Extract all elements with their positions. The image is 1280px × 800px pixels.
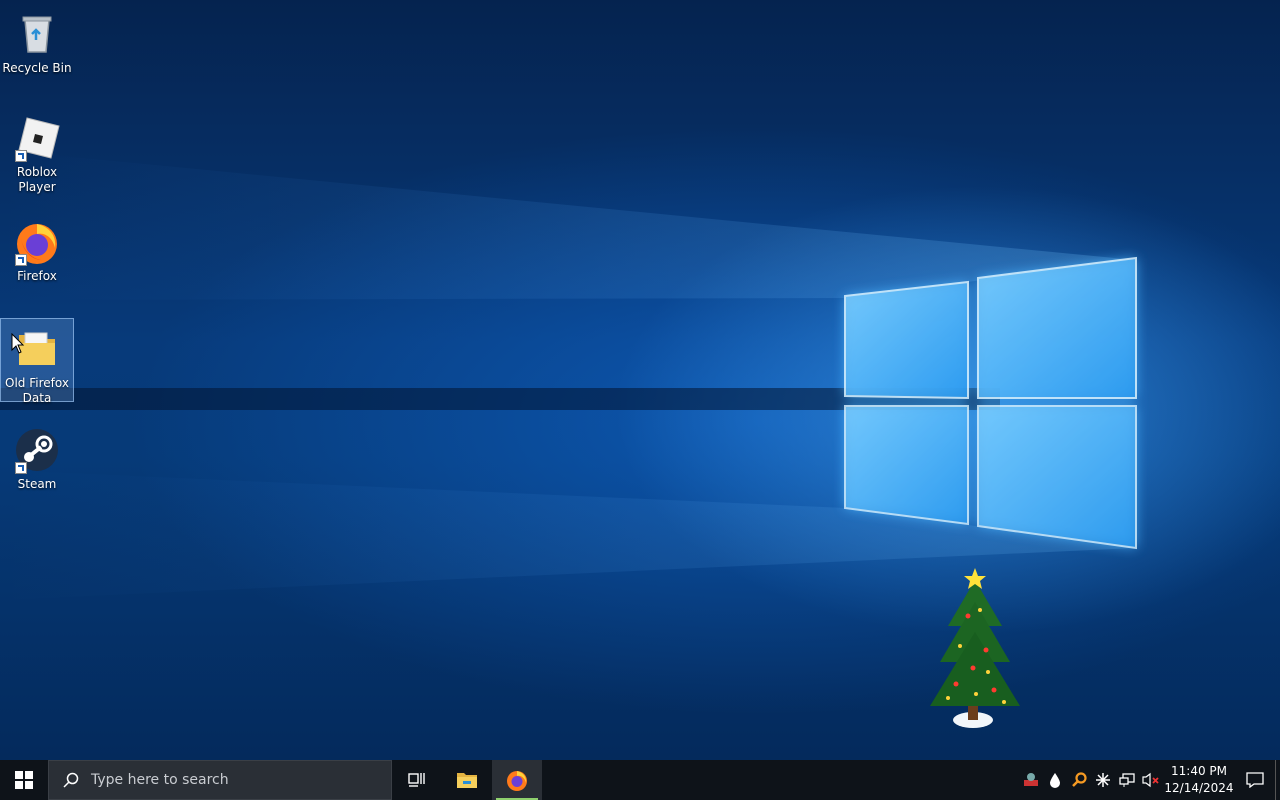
firefox-icon [13,218,61,266]
recycle-bin-icon [13,10,61,58]
system-tray: 11:40 PM 12/14/2024 [1019,760,1280,800]
desktop-icon-label: Old Firefox Data [5,376,69,405]
tray-magnifier-key-icon[interactable] [1067,760,1091,800]
action-center-button[interactable] [1235,760,1275,800]
start-button[interactable] [0,760,48,800]
firefox-taskbar-button[interactable] [492,760,542,800]
desktop-icon-label: Steam [17,477,57,491]
tray-droplet-icon[interactable] [1043,760,1067,800]
desktop-icon-label: Recycle Bin [2,61,72,75]
clock-time: 11:40 PM [1171,764,1227,778]
firefox-icon [507,771,527,791]
notification-icon [1246,772,1264,788]
desktop[interactable]: Recycle Bin Roblox Player Firefox Old Fi… [0,0,1280,760]
desktop-icon-label: Firefox [17,269,57,283]
desktop-icon-roblox-player[interactable]: Roblox Player [0,108,74,194]
show-desktop-button[interactable] [1275,760,1280,800]
taskbar-clock[interactable]: 11:40 PM 12/14/2024 [1163,763,1235,797]
task-view-icon [408,773,425,787]
search-icon [63,772,79,788]
clock-date: 12/14/2024 [1164,781,1234,795]
tray-network-icon[interactable] [1115,760,1139,800]
shortcut-arrow-icon [15,462,27,474]
windows-logo-icon [15,771,33,789]
file-explorer-button[interactable] [442,760,492,800]
shortcut-arrow-icon [15,254,27,266]
search-placeholder: Type here to search [91,772,229,788]
christmas-tree-icon[interactable] [928,566,1022,730]
task-view-button[interactable] [392,760,442,800]
tray-volume-muted-icon[interactable] [1139,760,1163,800]
desktop-icon-firefox[interactable]: Firefox [0,212,74,294]
desktop-icon-old-firefox-data[interactable]: Old Firefox Data [0,318,74,405]
shortcut-arrow-icon [15,150,27,162]
mouse-cursor-icon [11,333,25,354]
windows-wallpaper [0,150,1137,600]
taskbar-search-box[interactable]: Type here to search [48,760,392,800]
tray-people-ink-icon[interactable] [1019,760,1043,800]
roblox-icon [13,114,61,162]
desktop-icon-recycle-bin[interactable]: Recycle Bin [0,4,74,86]
tray-snowflake-icon[interactable] [1091,760,1115,800]
steam-icon [13,426,61,474]
desktop-icon-steam[interactable]: Steam [0,420,74,502]
file-explorer-icon [457,773,477,788]
desktop-icon-label: Roblox Player [16,165,58,194]
taskbar: Type here to search 11:40 PM 12/14/2024 [0,760,1280,800]
